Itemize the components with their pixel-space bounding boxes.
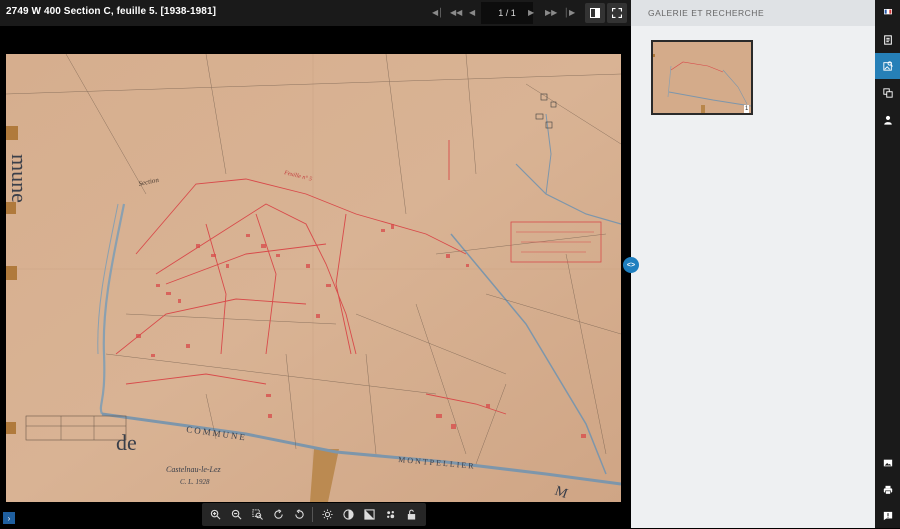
zoom-area-icon: [252, 509, 263, 520]
skip-first-icon[interactable]: ◀│: [432, 6, 443, 20]
viewer-topbar: 2749 W 400 Section C, feuille 5. [1938-1…: [0, 0, 631, 26]
color-button[interactable]: [382, 506, 399, 523]
zoom-in-button[interactable]: [207, 506, 224, 523]
map-label-note: C. L. 1928: [180, 478, 210, 486]
expand-panel-button[interactable]: ›: [3, 512, 15, 524]
zoom-in-icon: [210, 509, 221, 520]
split-view-icon: [590, 8, 600, 18]
document-icon: [883, 35, 892, 45]
document-viewer: 2749 W 400 Section C, feuille 5. [1938-1…: [0, 0, 631, 528]
user-icon: [883, 115, 892, 125]
lock-icon: [407, 509, 416, 520]
print-button[interactable]: [875, 477, 900, 503]
next-icon[interactable]: ▶: [528, 6, 534, 20]
map-label-commune-left: mune: [7, 154, 32, 203]
map-svg: mune Section Feuille n° 5 de COMMUNE MON…: [6, 54, 621, 502]
split-view-button[interactable]: [585, 3, 605, 23]
zoom-out-button[interactable]: [228, 506, 245, 523]
flag-icon: [883, 9, 892, 15]
document-title: 2749 W 400 Section C, feuille 5. [1938-1…: [6, 6, 217, 17]
compare-icon: [882, 88, 893, 98]
right-sidebar: [875, 0, 900, 528]
contrast-button[interactable]: [340, 506, 357, 523]
rotate-left-icon: [295, 509, 304, 519]
cadastral-map-image[interactable]: mune Section Feuille n° 5 de COMMUNE MON…: [6, 54, 621, 502]
brightness-icon: [322, 509, 333, 520]
invert-button[interactable]: [361, 506, 378, 523]
toggle-panel-button[interactable]: <>: [623, 257, 639, 273]
map-label-town: Castelnau-le-Lez: [166, 465, 222, 474]
gallery-title: GALERIE ET RECHERCHE: [648, 8, 765, 18]
printer-icon: [883, 485, 892, 495]
toolbar-separator: [312, 507, 313, 522]
gallery-header: GALERIE ET RECHERCHE: [631, 0, 875, 26]
zoom-area-button[interactable]: [249, 506, 266, 523]
invert-icon: [364, 509, 375, 520]
rotate-left-button[interactable]: [291, 506, 308, 523]
image-export-button[interactable]: [875, 450, 900, 476]
gallery-panel: GALERIE ET RECHERCHE 1: [631, 0, 875, 528]
report-button[interactable]: [875, 503, 900, 529]
fast-forward-icon[interactable]: ▶▶: [545, 6, 557, 20]
color-icon: [387, 511, 395, 519]
zoom-out-icon: [231, 509, 242, 520]
fullscreen-button[interactable]: [607, 3, 627, 23]
page-counter[interactable]: 1 / 1: [481, 2, 533, 24]
gallery-search-button[interactable]: [875, 53, 900, 79]
notice-button[interactable]: [875, 27, 900, 53]
page-total: / 1: [505, 8, 516, 18]
brightness-button[interactable]: [319, 506, 336, 523]
account-button[interactable]: [875, 107, 900, 133]
rewind-icon[interactable]: ◀◀: [450, 6, 462, 20]
page-current[interactable]: 1: [498, 8, 503, 18]
thumbnail-number: 1: [744, 105, 750, 113]
thumbnail-image: [653, 42, 751, 113]
image-search-icon: [882, 61, 893, 71]
feedback-icon: [883, 511, 892, 521]
image-icon: [883, 459, 892, 467]
prev-icon[interactable]: ◀: [469, 6, 475, 20]
rotate-right-icon: [274, 509, 283, 519]
flag-button[interactable]: [875, 0, 900, 26]
skip-last-icon[interactable]: │▶: [564, 6, 575, 20]
rotate-right-button[interactable]: [270, 506, 287, 523]
map-label-de: de: [116, 430, 137, 455]
fullscreen-icon: [612, 8, 622, 18]
lock-button[interactable]: [403, 506, 420, 523]
compare-button[interactable]: [875, 80, 900, 106]
image-tools-toolbar: [202, 503, 426, 526]
page-thumbnail[interactable]: [651, 40, 753, 115]
contrast-icon: [343, 509, 354, 520]
